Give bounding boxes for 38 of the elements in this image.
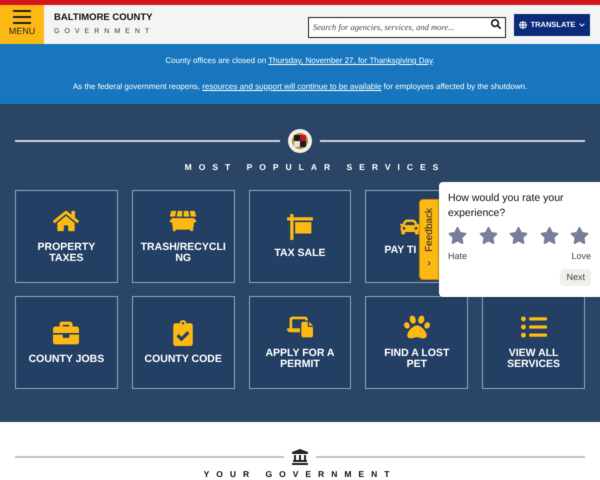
- menu-button[interactable]: MENU: [0, 5, 44, 44]
- laptop-file-icon: [286, 314, 313, 340]
- section-heading: MOST POPULAR SERVICES: [184, 161, 446, 174]
- service-tile[interactable]: TRASH/RECYCLI NG: [132, 190, 235, 283]
- alert-text: As the federal government reopens, resources and support will continue to be available for employees affected by the shutdown.: [72, 81, 528, 93]
- star-icon[interactable]: [448, 226, 467, 245]
- star-icon[interactable]: [570, 226, 589, 245]
- briefcase-icon: [53, 320, 80, 346]
- feedback-tab[interactable]: Feedback ›: [419, 199, 439, 280]
- chevron-down-icon: [579, 22, 586, 28]
- government-building-icon: [292, 449, 308, 465]
- alert-link[interactable]: resources and support will continue to be available: [202, 82, 382, 91]
- service-tile[interactable]: VIEW ALL SERVICES: [482, 296, 585, 389]
- high-label: Love: [571, 250, 591, 263]
- next-button[interactable]: Next: [560, 268, 591, 286]
- logo-title: BALTIMORE COUNTY: [54, 11, 154, 26]
- service-tile[interactable]: FIND A LOST PET: [365, 296, 468, 389]
- search-field[interactable]: Search for agencies, services, and more...: [308, 16, 506, 38]
- service-tile[interactable]: COUNTY JOBS: [15, 296, 118, 389]
- service-tile[interactable]: PROPERTY TAXES: [15, 190, 118, 283]
- list-icon: [520, 314, 547, 340]
- paw-icon: [404, 314, 430, 340]
- seal-icon: [288, 129, 312, 153]
- sign-icon: [286, 214, 313, 240]
- star-icon[interactable]: [478, 226, 498, 245]
- section-heading: YOUR GOVERNMENT: [202, 468, 398, 480]
- menu-icon: [13, 10, 31, 24]
- globe-icon: [518, 20, 527, 28]
- service-tile[interactable]: TAX SALE: [248, 190, 352, 283]
- service-tile[interactable]: APPLY FOR A PERMIT: [248, 296, 352, 389]
- car-icon: [400, 216, 420, 237]
- star-icon[interactable]: [509, 226, 528, 245]
- star-icon[interactable]: [540, 226, 558, 245]
- low-label: Hate: [448, 250, 468, 263]
- alert-text: County offices are closed on Thursday, November 27, for Thanksgiving Day.: [165, 55, 435, 67]
- service-tile[interactable]: COUNTY CODE: [132, 296, 235, 389]
- alert-link[interactable]: Thursday, November 27, for Thanksgiving Day: [268, 56, 432, 65]
- search-icon: [491, 19, 501, 29]
